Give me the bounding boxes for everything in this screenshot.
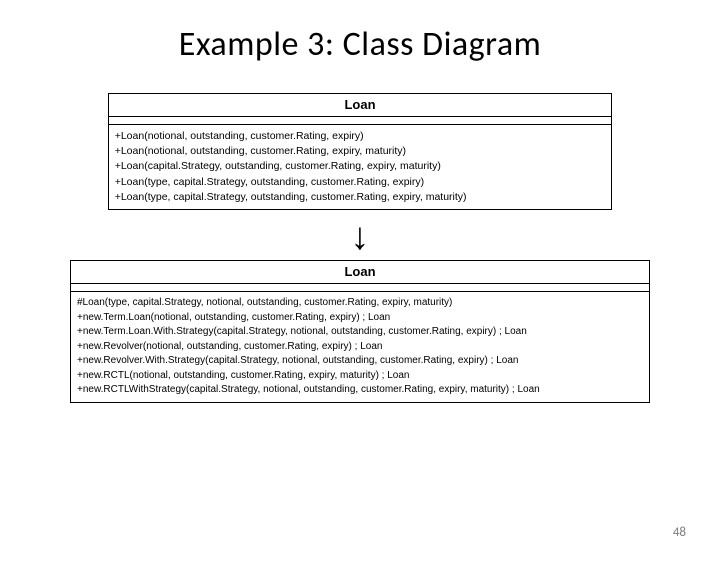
uml-before-attributes (109, 117, 612, 125)
uml-class-after: Loan #Loan(type, capital.Strategy, notio… (70, 260, 650, 403)
uml-operation: +new.RCTL(notional, outstanding, custome… (77, 369, 643, 384)
uml-operation: +Loan(capital.Strategy, outstanding, cus… (115, 159, 606, 174)
uml-operation: +Loan(notional, outstanding, customer.Ra… (115, 129, 606, 144)
diagram-content: Loan +Loan(notional, outstanding, custom… (0, 93, 720, 403)
slide-title: Example 3: Class Diagram (0, 24, 720, 65)
uml-operation: +Loan(type, capital.Strategy, outstandin… (115, 190, 606, 205)
uml-operation: +new.RCTLWithStrategy(capital.Strategy, … (77, 383, 643, 398)
uml-before-operations: +Loan(notional, outstanding, customer.Ra… (109, 125, 612, 209)
page-number: 48 (673, 525, 686, 540)
uml-operation: +new.Revolver.With.Strategy(capital.Stra… (77, 354, 643, 369)
uml-class-before: Loan +Loan(notional, outstanding, custom… (108, 93, 613, 210)
uml-operation: #Loan(type, capital.Strategy, notional, … (77, 296, 643, 311)
uml-after-attributes (71, 284, 649, 292)
uml-after-name: Loan (71, 261, 649, 284)
uml-operation: +new.Revolver(notional, outstanding, cus… (77, 340, 643, 355)
down-arrow-icon: ↓ (70, 218, 650, 256)
uml-operation: +new.Term.Loan(notional, outstanding, cu… (77, 311, 643, 326)
uml-operation: +Loan(type, capital.Strategy, outstandin… (115, 175, 606, 190)
uml-operation: +Loan(notional, outstanding, customer.Ra… (115, 144, 606, 159)
uml-after-operations: #Loan(type, capital.Strategy, notional, … (71, 292, 649, 402)
uml-operation: +new.Term.Loan.With.Strategy(capital.Str… (77, 325, 643, 340)
uml-before-name: Loan (109, 94, 612, 117)
